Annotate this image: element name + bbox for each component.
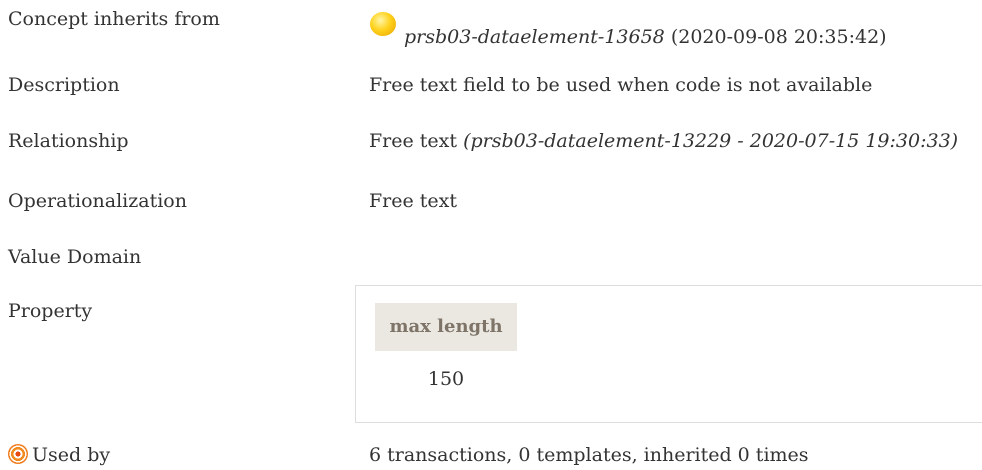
inherits-label: Concept inherits from xyxy=(8,8,220,30)
used-by-value: 6 transactions, 0 templates, inherited 0… xyxy=(369,444,809,466)
property-label: Property xyxy=(8,300,93,322)
relationship-text: Free text xyxy=(369,130,458,152)
operationalization-label: Operationalization xyxy=(8,190,187,212)
used-by-label-wrap: Used by xyxy=(8,444,110,466)
inherits-ref-link[interactable]: prsb03-dataelement-13658 xyxy=(404,26,665,48)
target-icon xyxy=(8,444,28,464)
relationship-ref: (prsb03-dataelement-13229 - 2020-07-15 1… xyxy=(463,130,959,152)
property-value-max-length: 150 xyxy=(427,368,465,390)
description-value: Free text field to be used when code is … xyxy=(369,74,873,96)
used-by-label: Used by xyxy=(32,444,111,466)
operationalization-value: Free text xyxy=(369,190,458,212)
property-header-max-length: max length xyxy=(375,303,517,351)
relationship-value: Free text (prsb03-dataelement-13229 - 20… xyxy=(369,130,958,152)
value-domain-label: Value Domain xyxy=(8,246,142,268)
property-table: max length 150 xyxy=(355,285,982,423)
yellow-status-orb-icon xyxy=(370,12,396,36)
relationship-label: Relationship xyxy=(8,130,129,152)
inherits-value: prsb03-dataelement-13658 (2020-09-08 20:… xyxy=(369,12,887,48)
inherits-ref-date: (2020-09-08 20:35:42) xyxy=(670,26,887,48)
description-label: Description xyxy=(8,74,120,96)
